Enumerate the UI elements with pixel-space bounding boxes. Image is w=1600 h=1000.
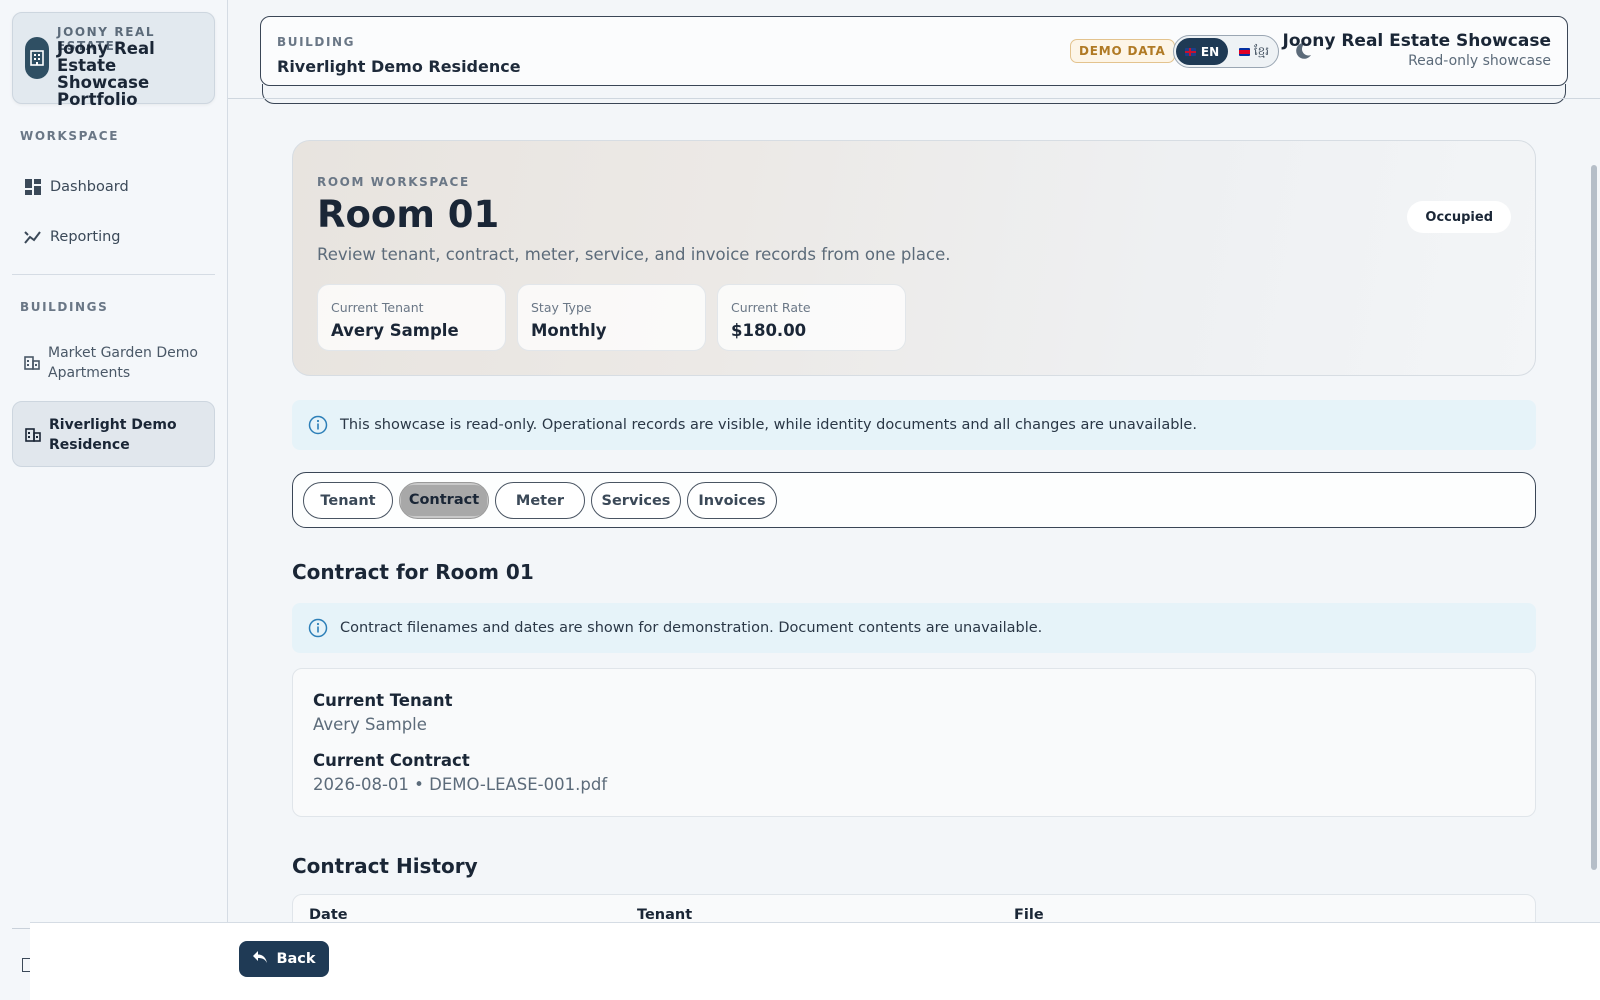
info-icon bbox=[308, 415, 328, 435]
info-icon bbox=[308, 618, 328, 638]
tab-label: Invoices bbox=[698, 492, 766, 509]
sidebar-item-label: Market Garden Demo Apartments bbox=[48, 345, 198, 381]
contract-history-title: Contract History bbox=[292, 854, 478, 878]
room-tabs: Tenant Contract Meter Services Invoices bbox=[292, 472, 1536, 528]
sidebar-item-dashboard[interactable]: Dashboard bbox=[12, 170, 215, 204]
stat-current-rate: Current Rate $180.00 bbox=[717, 284, 906, 351]
dashboard-icon bbox=[24, 178, 42, 196]
showcase-subtitle: Read-only showcase bbox=[1408, 53, 1551, 69]
tab-label: Meter bbox=[515, 492, 565, 509]
sidebar-item-label: Riverlight Demo Residence bbox=[49, 417, 177, 453]
sidebar-item-label: Dashboard bbox=[50, 179, 129, 195]
vertical-scrollbar[interactable] bbox=[1591, 165, 1597, 870]
contract-section-title: Contract for Room 01 bbox=[292, 560, 534, 584]
sidebar: JOONY REAL ESTATE Joony Real Estate Show… bbox=[0, 0, 228, 1000]
building-icon bbox=[25, 426, 41, 448]
sidebar-bottom-divider bbox=[12, 928, 30, 929]
stat-label: Stay Type bbox=[531, 300, 592, 315]
language-option-en[interactable]: EN bbox=[1176, 38, 1228, 65]
readonly-notice-text: This showcase is read-only. Operational … bbox=[340, 417, 1197, 433]
tab-label: Services bbox=[601, 492, 671, 509]
contract-notice: Contract filenames and dates are shown f… bbox=[292, 603, 1536, 653]
stat-label: Current Rate bbox=[731, 300, 811, 315]
tab-services[interactable]: Services bbox=[591, 482, 681, 519]
uk-flag-icon bbox=[1184, 47, 1196, 56]
language-label-km: ខ្មែរ bbox=[1253, 43, 1270, 58]
page-title: Riverlight Demo Residence bbox=[277, 57, 521, 76]
sidebar-item-market-garden[interactable]: Market Garden Demo Apartments bbox=[12, 330, 215, 396]
hero-eyebrow: ROOM WORKSPACE bbox=[317, 175, 470, 189]
sidebar-divider bbox=[12, 274, 215, 275]
tab-meter[interactable]: Meter bbox=[495, 482, 585, 519]
stat-label: Current Tenant bbox=[331, 300, 424, 315]
brand-title: Joony Real Estate Showcase Portfolio bbox=[57, 39, 155, 109]
cambodia-flag-icon bbox=[1238, 47, 1250, 56]
sidebar-item-reporting[interactable]: Reporting bbox=[12, 220, 215, 254]
tab-contract[interactable]: Contract bbox=[399, 482, 489, 519]
chart-line-icon bbox=[24, 228, 42, 246]
room-description: Review tenant, contract, meter, service,… bbox=[317, 245, 951, 264]
column-header-date[interactable]: Date bbox=[309, 907, 348, 923]
sidebar-item-label: Reporting bbox=[50, 229, 121, 245]
header-divider bbox=[228, 98, 1600, 99]
breadcrumb-eyebrow: BUILDING bbox=[277, 35, 356, 49]
language-option-km[interactable]: ខ្មែរ bbox=[1232, 38, 1276, 65]
column-header-file[interactable]: File bbox=[1014, 907, 1044, 923]
building-icon bbox=[24, 354, 40, 376]
stat-value: $180.00 bbox=[731, 321, 807, 340]
room-hero: ROOM WORKSPACE Room 01 Review tenant, co… bbox=[292, 140, 1536, 376]
current-tenant-label: Current Tenant bbox=[313, 691, 453, 710]
reply-arrow-icon bbox=[252, 950, 268, 968]
stat-current-tenant: Current Tenant Avery Sample bbox=[317, 284, 506, 351]
language-switcher[interactable]: EN ខ្មែរ bbox=[1173, 35, 1279, 68]
status-badge: Occupied bbox=[1407, 201, 1511, 233]
current-contract-value[interactable]: 2026-08-01 • DEMO-LEASE-001.pdf bbox=[313, 775, 607, 794]
stat-value: Avery Sample bbox=[331, 321, 459, 340]
current-contract-card: Current Tenant Avery Sample Current Cont… bbox=[292, 668, 1536, 817]
readonly-notice: This showcase is read-only. Operational … bbox=[292, 400, 1536, 450]
showcase-title: Joony Real Estate Showcase bbox=[1282, 31, 1551, 51]
sidebar-item-riverlight[interactable]: Riverlight Demo Residence bbox=[12, 401, 215, 467]
header: BUILDING Riverlight Demo Residence DEMO … bbox=[260, 16, 1568, 86]
room-title: Room 01 bbox=[317, 193, 500, 236]
tab-tenant[interactable]: Tenant bbox=[303, 482, 393, 519]
current-contract-label: Current Contract bbox=[313, 751, 470, 770]
back-button[interactable]: Back bbox=[239, 941, 329, 977]
current-tenant-value: Avery Sample bbox=[313, 715, 427, 734]
header-shadow bbox=[262, 84, 1566, 104]
tab-label: Tenant bbox=[320, 492, 376, 509]
stat-value: Monthly bbox=[531, 321, 607, 340]
brand-card[interactable]: JOONY REAL ESTATE Joony Real Estate Show… bbox=[12, 12, 215, 108]
column-header-tenant[interactable]: Tenant bbox=[637, 907, 692, 923]
back-button-label: Back bbox=[276, 951, 316, 967]
contract-notice-text: Contract filenames and dates are shown f… bbox=[340, 620, 1043, 636]
language-label-en: EN bbox=[1200, 44, 1220, 59]
tab-label: Contract bbox=[400, 485, 488, 516]
building-icon bbox=[25, 37, 49, 79]
tab-invoices[interactable]: Invoices bbox=[687, 482, 777, 519]
buildings-heading: BUILDINGS bbox=[20, 300, 109, 314]
workspace-heading: WORKSPACE bbox=[20, 129, 120, 143]
demo-data-badge: DEMO DATA bbox=[1070, 39, 1175, 63]
stat-stay-type: Stay Type Monthly bbox=[517, 284, 706, 351]
